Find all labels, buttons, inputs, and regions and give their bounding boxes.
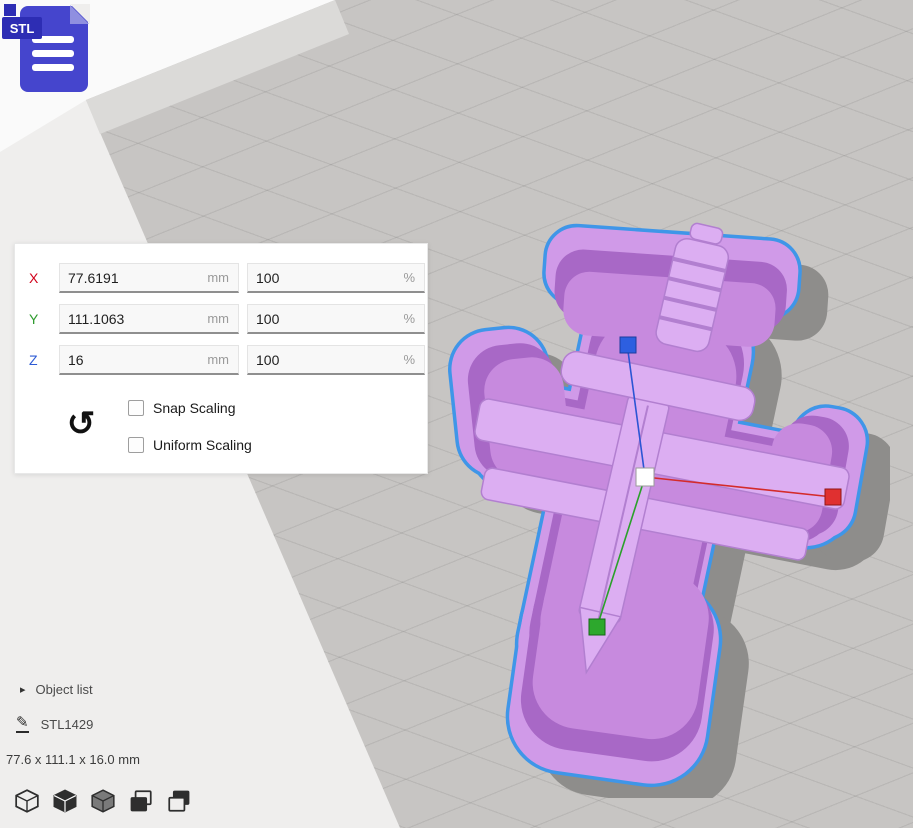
copy-object-icon[interactable] — [166, 788, 192, 814]
snap-scaling-row: Snap Scaling — [128, 399, 236, 417]
uniform-scaling-row: Uniform Scaling — [128, 436, 252, 454]
model-dimensions-label: 77.6 x 111.1 x 16.0 mm — [6, 752, 140, 767]
snap-scaling-checkbox[interactable] — [128, 400, 144, 416]
model-stl1429[interactable] — [430, 218, 890, 798]
gizmo-green-handle[interactable] — [589, 619, 605, 635]
snap-scaling-label: Snap Scaling — [153, 400, 236, 416]
object-name-label: STL1429 — [41, 717, 94, 732]
gizmo-center-handle[interactable] — [636, 468, 654, 486]
x-size-field[interactable]: mm — [59, 263, 239, 293]
y-mm-unit-label: mm — [207, 311, 238, 326]
file-line — [32, 64, 74, 71]
shaded-cube-icon[interactable] — [90, 788, 116, 814]
object-list-toggle[interactable]: ▸ Object list — [20, 682, 93, 697]
file-line — [32, 50, 74, 57]
duplicate-object-icon[interactable] — [128, 788, 154, 814]
z-size-field[interactable]: mm — [59, 345, 239, 375]
y-percent-input[interactable] — [248, 311, 403, 327]
z-percent-unit-label: % — [403, 352, 424, 367]
x-axis-label: X — [29, 263, 47, 293]
caret-icon: ▸ — [20, 683, 26, 696]
view-mode-toolbar — [14, 788, 192, 814]
scale-row-z: Z mm % — [29, 345, 413, 375]
wireframe-cube-icon[interactable] — [14, 788, 40, 814]
x-percent-input[interactable] — [248, 270, 403, 286]
uniform-scaling-label: Uniform Scaling — [153, 437, 252, 453]
y-size-field[interactable]: mm — [59, 304, 239, 334]
x-percent-unit-label: % — [403, 270, 424, 285]
gizmo-blue-handle[interactable] — [620, 337, 636, 353]
gizmo-red-handle[interactable] — [825, 489, 841, 505]
stl-file-icon: STL — [2, 2, 94, 98]
uniform-scaling-checkbox[interactable] — [128, 437, 144, 453]
z-mm-unit-label: mm — [207, 352, 238, 367]
z-size-input[interactable] — [60, 352, 207, 368]
edit-icon: ✎ — [16, 716, 29, 733]
x-size-input[interactable] — [60, 270, 207, 286]
file-corner-square — [4, 4, 16, 16]
scale-tool-panel: X mm % Y mm % Z mm % ↺ — [14, 243, 428, 474]
scale-row-x: X mm % — [29, 263, 413, 293]
x-mm-unit-label: mm — [207, 270, 238, 285]
y-percent-field[interactable]: % — [247, 304, 425, 334]
z-percent-field[interactable]: % — [247, 345, 425, 375]
object-list-item[interactable]: ✎ STL1429 — [16, 716, 93, 733]
z-axis-label: Z — [29, 345, 47, 375]
scale-row-y: Y mm % — [29, 304, 413, 334]
y-percent-unit-label: % — [403, 311, 424, 326]
stl-badge-label: STL — [10, 21, 35, 36]
y-axis-label: Y — [29, 304, 47, 334]
z-percent-input[interactable] — [248, 352, 403, 368]
object-list-label: Object list — [36, 682, 93, 697]
solid-cube-icon[interactable] — [52, 788, 78, 814]
x-percent-field[interactable]: % — [247, 263, 425, 293]
reset-scale-button[interactable]: ↺ — [59, 402, 103, 446]
y-size-input[interactable] — [60, 311, 207, 327]
